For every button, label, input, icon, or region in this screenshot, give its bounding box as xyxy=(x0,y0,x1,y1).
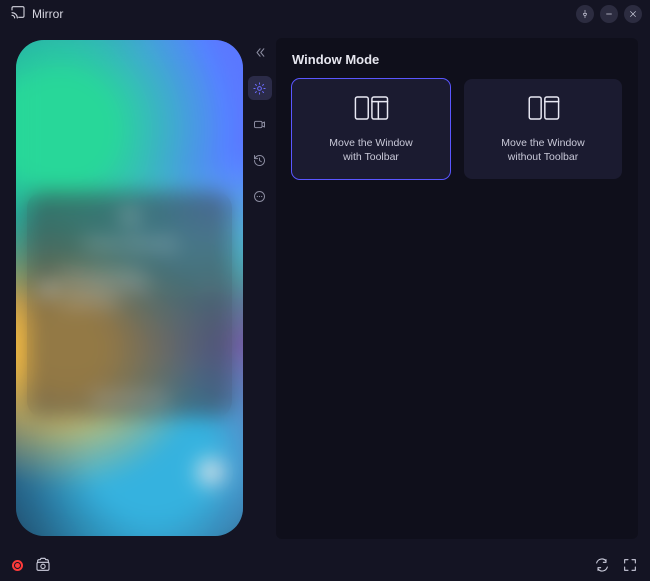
card-line2: with Toolbar xyxy=(343,150,399,164)
window-mode-without-toolbar[interactable]: Move the Window without Toolbar xyxy=(464,79,622,179)
cc-device-item[interactable]: tv FoneLab Phone Mirror[DESKTOP-HJSPR3G] xyxy=(39,261,220,321)
record-tool[interactable] xyxy=(248,112,272,136)
history-tool[interactable] xyxy=(248,148,272,172)
settings-panel: Window Mode Move the Window with Toolbar xyxy=(276,38,638,539)
rotate-button[interactable] xyxy=(594,557,610,573)
cc-title: Screen Mirroring xyxy=(83,237,175,251)
record-button[interactable] xyxy=(12,560,23,571)
cc-empty-row xyxy=(39,361,220,381)
phone-preview: Screen Mirroring tv FoneLab Phone Mirror… xyxy=(16,40,243,536)
titlebar: Mirror xyxy=(0,0,650,28)
screen-mirroring-card: Screen Mirroring tv FoneLab Phone Mirror… xyxy=(27,192,232,417)
more-tool[interactable] xyxy=(248,184,272,208)
cc-device-label: FoneLab Phone Mirror[DESKTOP-HJSPR3G] xyxy=(61,267,194,310)
stop-mirroring-button[interactable]: Stop Mirroring xyxy=(39,381,220,407)
record-icon xyxy=(12,560,23,571)
cc-header: Screen Mirroring xyxy=(39,206,220,251)
panel-title: Window Mode xyxy=(292,52,622,67)
main-area: Screen Mirroring tv FoneLab Phone Mirror… xyxy=(0,28,650,549)
app-title: Mirror xyxy=(32,7,63,21)
side-toolstrip xyxy=(247,28,272,549)
minimize-button[interactable] xyxy=(600,5,618,23)
cc-device-list: tv FoneLab Phone Mirror[DESKTOP-HJSPR3G] xyxy=(39,261,220,381)
screenshot-button[interactable] xyxy=(35,557,51,573)
collapse-panel-button[interactable] xyxy=(248,40,272,64)
window-mode-with-toolbar[interactable]: Move the Window with Toolbar xyxy=(292,79,450,179)
pin-button[interactable] xyxy=(576,5,594,23)
card-line1: Move the Window xyxy=(329,136,412,150)
cc-empty-row xyxy=(39,341,220,361)
screen-mirroring-icon xyxy=(118,206,142,231)
card-line2: without Toolbar xyxy=(508,150,578,164)
window-with-toolbar-icon xyxy=(349,94,393,126)
bottom-bar xyxy=(0,549,650,581)
cc-empty-row xyxy=(39,321,220,341)
cast-icon xyxy=(10,4,26,25)
check-icon xyxy=(202,279,216,297)
window-without-toolbar-icon xyxy=(521,94,565,126)
close-button[interactable] xyxy=(624,5,642,23)
phone-preview-column: Screen Mirroring tv FoneLab Phone Mirror… xyxy=(0,28,247,549)
appletv-icon: tv xyxy=(43,282,53,295)
window-mode-cards: Move the Window with Toolbar Move the Wi… xyxy=(292,79,622,179)
settings-tool[interactable] xyxy=(248,76,272,100)
app-window: Mirror Screen Mirroring xyxy=(0,0,650,581)
fullscreen-button[interactable] xyxy=(622,557,638,573)
assistive-touch-button[interactable] xyxy=(195,456,227,488)
card-line1: Move the Window xyxy=(501,136,584,150)
